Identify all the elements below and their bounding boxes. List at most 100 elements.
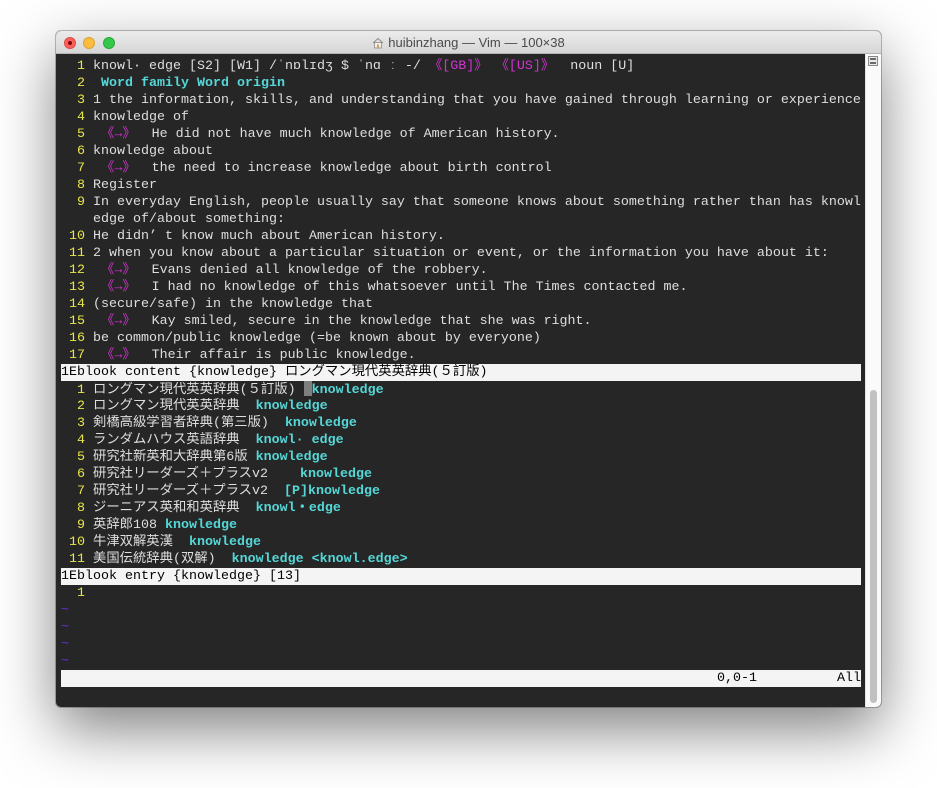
headword-link[interactable]: knowl・edge (256, 501, 341, 516)
entry-list-item[interactable]: 3 剣橋高級学習者辞典(第三版) knowledge (61, 415, 861, 432)
buffer-line[interactable]: 2 Word family Word origin (61, 75, 861, 92)
line-text: knowledge about (93, 144, 213, 159)
buffer-line[interactable]: 14 (secure/safe) in the knowledge that (61, 296, 861, 313)
buffer-line[interactable]: 7 《→》 the need to increase knowledge abo… (61, 160, 861, 177)
vertical-scrollbar[interactable] (865, 54, 881, 707)
line-text: He didn’ t know much about American hist… (93, 229, 445, 244)
entry-list-item[interactable]: 4 ランダムハウス英語辞典 knowl· edge (61, 432, 861, 449)
line-number: 3 (77, 416, 85, 431)
empty-pane-statusline: [No Name] 0,0-1 All (61, 670, 861, 687)
line-number: 13 (69, 280, 85, 295)
buffer-line[interactable]: 4 knowledge of (61, 109, 861, 126)
entry-list-item[interactable]: 7 研究社リーダーズ＋プラスv2 [P]knowledge (61, 483, 861, 500)
line-text: be common/public knowledge (=be known ab… (93, 331, 541, 346)
headword-link[interactable]: knowl· edge (256, 433, 344, 448)
entry-list-item[interactable]: 9 英辞郎108 knowledge (61, 517, 861, 534)
headword-link[interactable]: knowledge (300, 467, 372, 482)
buffer-line[interactable]: 8 Register (61, 177, 861, 194)
window-title: huibinzhang — Vim — 100×38 (56, 31, 881, 54)
scrollbar-menu-icon[interactable] (868, 56, 878, 66)
entry-list-item[interactable]: 10 牛津双解英漢 knowledge (61, 534, 861, 551)
line-number: 11 (69, 552, 85, 567)
dictionary-name: 研究社リーダーズ＋プラスv2 (93, 484, 284, 499)
example-arrow-icon: 《→》 (101, 263, 136, 278)
line-number: 1 (77, 59, 85, 74)
line-text: Register (93, 178, 157, 193)
buffer-line[interactable]: 16 be common/public knowledge (=be known … (61, 330, 861, 347)
content-pane[interactable]: 1 knowl· edge [S2] [W1] /ˈnɒlɪdʒ $ ˈnɑ ː … (61, 58, 861, 381)
empty-line-tilde: ~ (61, 637, 69, 652)
line-text: I had no knowledge of this whatsoever un… (135, 280, 688, 295)
line-number: 17 (69, 348, 85, 363)
buffer-line[interactable]: 5 《→》 He did not have much knowledge of … (61, 126, 861, 143)
line-number: 11 (69, 246, 85, 261)
buffer-line[interactable]: 9 In everyday English, people usually say… (61, 194, 861, 211)
entry-list-pane[interactable]: 1 ロングマン現代英英辞典(５訂版) knowledge 2 ロングマン現代英英辞典… (61, 381, 861, 585)
line-number: 2 (77, 76, 85, 91)
buffer-line[interactable]: 3 1 the information, skills, and understa… (61, 92, 861, 109)
title-bar[interactable]: huibinzhang — Vim — 100×38 (56, 31, 881, 54)
scrollbar-thumb[interactable] (870, 390, 877, 703)
dictionary-name: 研究社リーダーズ＋プラスv2 (93, 467, 300, 482)
entry-list-item[interactable]: 6 研究社リーダーズ＋プラスv2 knowledge (61, 466, 861, 483)
line-number: 5 (77, 450, 85, 465)
headword-link[interactable]: knowledge <knowl.edge> (232, 552, 408, 567)
line-text (93, 314, 101, 329)
headword-link[interactable]: [P]knowledge (284, 484, 380, 499)
buffer-line[interactable]: 10 He didn’ t know much about American hi… (61, 228, 861, 245)
buffer-line[interactable]: 15 《→》 Kay smiled, secure in the knowled… (61, 313, 861, 330)
entry-list-item[interactable]: 2 ロングマン現代英英辞典 knowledge (61, 398, 861, 415)
entry-list-item[interactable]: 1 ロングマン現代英英辞典(５訂版) knowledge (61, 381, 861, 398)
line-text (488, 59, 496, 74)
line-number: 9 (77, 518, 85, 533)
line-number: 9 (77, 195, 85, 210)
headword-link[interactable]: knowledge (256, 450, 328, 465)
buffer-line[interactable]: 1 (61, 585, 861, 602)
buffer-line-wrap[interactable]: edge of/about something: (61, 211, 861, 228)
example-arrow-icon: 《→》 (101, 314, 136, 329)
entry-list-item[interactable]: 11 美国伝統辞典(双解) knowledge <knowl.edge> (61, 551, 861, 568)
line-text: 1 the information, skills, and understan… (93, 93, 861, 108)
line-text (93, 263, 101, 278)
line-number: 7 (77, 161, 85, 176)
buffer-line[interactable]: 17 《→》 Their affair is public knowledge. (61, 347, 861, 364)
headword-link[interactable]: knowledge (165, 518, 237, 533)
dictionary-name: ロングマン現代英英辞典 (93, 399, 256, 414)
buffer-line[interactable]: 11 2 when you know about a particular sit… (61, 245, 861, 262)
line-text (93, 161, 101, 176)
vim-window: huibinzhang — Vim — 100×38 1 knowl· edge … (56, 31, 881, 707)
headword-link[interactable]: knowledge (189, 535, 261, 550)
line-text: noun [U] (554, 59, 635, 74)
entry-list-item[interactable]: 5 研究社新英和大辞典第6版 knowledge (61, 449, 861, 466)
line-text: In everyday English, people usually say … (93, 195, 861, 210)
line-number: 16 (69, 331, 85, 346)
vim-editor[interactable]: 1 knowl· edge [S2] [W1] /ˈnɒlɪdʒ $ ˈnɑ ː … (61, 58, 861, 704)
line-text: edge of/about something: (93, 212, 285, 227)
dictionary-name: 牛津双解英漢 (93, 535, 189, 550)
line-number: 3 (77, 93, 85, 108)
line-number: 8 (77, 178, 85, 193)
scroll-position: All (837, 671, 861, 686)
command-line[interactable] (61, 687, 861, 704)
line-number: 4 (77, 433, 85, 448)
line-number: 10 (69, 229, 85, 244)
buffer-line[interactable]: 12 《→》 Evans denied all knowledge of the… (61, 262, 861, 279)
line-text: Evans denied all knowledge of the robber… (135, 263, 488, 278)
line-number: 12 (69, 263, 85, 278)
dictionary-name: 剣橋高級学習者辞典(第三版) (93, 416, 285, 431)
headword-link[interactable]: knowledge (285, 416, 357, 431)
headword-link[interactable]: knowledge (312, 383, 384, 398)
headword-link[interactable]: knowledge (256, 399, 328, 414)
buffer-line[interactable]: 6 knowledge about (61, 143, 861, 160)
entry-list-item[interactable]: 8 ジーニアス英和和英辞典 knowl・edge (61, 500, 861, 517)
buffer-line[interactable]: 13 《→》 I had no knowledge of this whatso… (61, 279, 861, 296)
buffer-line[interactable]: 1 knowl· edge [S2] [W1] /ˈnɒlɪdʒ $ ˈnɑ ː … (61, 58, 861, 75)
example-arrow-icon: 《→》 (101, 280, 136, 295)
empty-pane[interactable]: 1 ~ ~ ~ ~ [No Name] 0,0-1 All (61, 585, 861, 687)
dictionary-name: 研究社新英和大辞典第6版 (93, 450, 256, 465)
line-text: (secure/safe) in the knowledge that (93, 297, 373, 312)
line-text: knowl· edge [S2] [W1] /ˈnɒlɪdʒ $ ˈnɑ ː -… (93, 59, 429, 74)
dictionary-name: 英辞郎108 (93, 518, 165, 533)
line-text: Their affair is public knowledge. (135, 348, 416, 363)
empty-line-tilde: ~ (61, 654, 69, 669)
